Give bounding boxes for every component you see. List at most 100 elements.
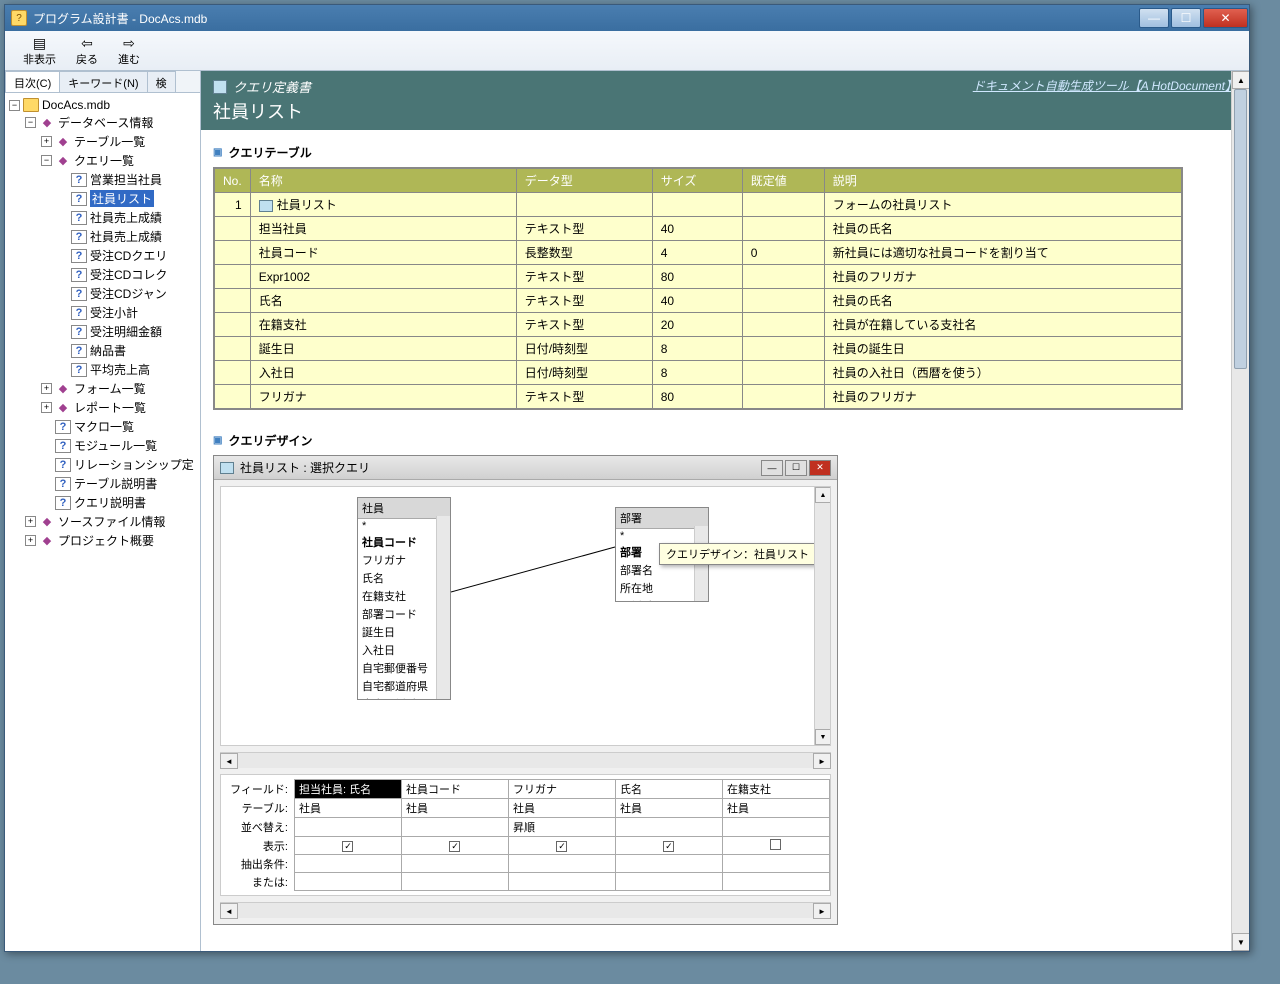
grid-cell[interactable] — [615, 818, 722, 837]
tree-node[interactable]: +◆フォーム一覧 — [5, 379, 200, 398]
tree-node[interactable]: ?受注小計 — [5, 303, 200, 322]
grid-label: 表示: — [225, 837, 294, 855]
section-title-query-table: クエリテーブル — [213, 144, 1237, 161]
back-button[interactable]: ⇦戻る — [66, 33, 108, 69]
hide-button[interactable]: ▤非表示 — [13, 33, 66, 69]
tree-label: データベース情報 — [58, 114, 153, 131]
tree-label: 受注明細金額 — [90, 323, 162, 340]
query-grid: フィールド:担当社員: 氏名社員コードフリガナ氏名在籍支社テーブル:社員社員社員… — [220, 774, 831, 896]
grid-cell[interactable]: 社員 — [615, 799, 722, 818]
tree-node[interactable]: ?納品書 — [5, 341, 200, 360]
grid-cell[interactable]: ✓ — [508, 837, 615, 855]
minimize-button[interactable]: — — [1139, 8, 1169, 28]
grid-cell[interactable] — [402, 818, 509, 837]
tree-node[interactable]: ?マクロ一覧 — [5, 417, 200, 436]
grid-label: 抽出条件: — [225, 855, 294, 873]
grid-hscroll[interactable] — [220, 902, 831, 918]
tree-node[interactable]: +◆プロジェクト概要 — [5, 531, 200, 550]
grid-cell[interactable] — [722, 873, 829, 891]
grid-cell[interactable] — [294, 818, 401, 837]
question-icon: ? — [71, 268, 87, 282]
tree-node[interactable]: +◆レポート一覧 — [5, 398, 200, 417]
content-vscroll[interactable] — [1231, 71, 1249, 951]
grid-cell[interactable] — [722, 837, 829, 855]
maximize-button[interactable]: ☐ — [1171, 8, 1201, 28]
grid-cell[interactable]: 昇順 — [508, 818, 615, 837]
app-window: ? プログラム設計書 - DocAcs.mdb — ☐ ✕ ▤非表示 ⇦戻る ⇨… — [4, 4, 1250, 952]
table-row: 1社員リストフォームの社員リスト — [214, 193, 1182, 217]
tab-keyword[interactable]: キーワード(N) — [59, 71, 147, 92]
window-title: プログラム設計書 - DocAcs.mdb — [33, 10, 1138, 27]
grid-cell[interactable] — [508, 873, 615, 891]
grid-row: テーブル:社員社員社員社員社員 — [225, 799, 830, 818]
tree-node[interactable]: ?社員売上成績 — [5, 227, 200, 246]
tree-node[interactable]: +◆ソースファイル情報 — [5, 512, 200, 531]
canvas-vscroll[interactable] — [814, 487, 830, 745]
grid-cell[interactable] — [294, 873, 401, 891]
grid-label: フィールド: — [225, 780, 294, 799]
tree-label: レポート一覧 — [74, 399, 146, 416]
grid-cell[interactable]: 氏名 — [615, 780, 722, 799]
grid-cell[interactable]: ✓ — [402, 837, 509, 855]
grid-cell[interactable]: 社員 — [508, 799, 615, 818]
tree-node[interactable]: ?平均売上高 — [5, 360, 200, 379]
tree-node[interactable]: ?クエリ説明書 — [5, 493, 200, 512]
tree-node[interactable]: ?受注CDクエリ — [5, 246, 200, 265]
tree-node[interactable]: ?社員リスト — [5, 189, 200, 208]
tab-index[interactable]: 検 — [147, 71, 176, 92]
tree-node[interactable]: −DocAcs.mdb — [5, 97, 200, 113]
grid-cell[interactable] — [615, 855, 722, 873]
query-table: No. 名称 データ型 サイズ 既定値 説明 1社員リストフォームの社員リスト担… — [213, 167, 1183, 410]
checkbox-icon — [770, 839, 781, 850]
design-canvas[interactable]: 社員 *社員コードフリガナ氏名在籍支社部署コード誕生日入社日自宅郵便番号自宅都道… — [220, 486, 831, 746]
grid-row: または: — [225, 873, 830, 891]
question-icon: ? — [71, 192, 87, 206]
tree-node[interactable]: ?テーブル説明書 — [5, 474, 200, 493]
tree-node[interactable]: ?受注明細金額 — [5, 322, 200, 341]
grid-cell[interactable] — [722, 855, 829, 873]
tree-node[interactable]: −◆クエリ一覧 — [5, 151, 200, 170]
er-box-employee[interactable]: 社員 *社員コードフリガナ氏名在籍支社部署コード誕生日入社日自宅郵便番号自宅都道… — [357, 497, 451, 700]
tree-node[interactable]: −◆データベース情報 — [5, 113, 200, 132]
grid-cell[interactable] — [508, 855, 615, 873]
tree-node[interactable]: ?モジュール一覧 — [5, 436, 200, 455]
grid-cell[interactable] — [402, 873, 509, 891]
grid-cell[interactable]: ✓ — [294, 837, 401, 855]
tool-link[interactable]: ドキュメント自動生成ツール【A HotDocument】 — [973, 77, 1237, 94]
forward-button[interactable]: ⇨進む — [108, 33, 150, 69]
close-button[interactable]: ✕ — [1203, 8, 1248, 28]
grid-cell[interactable] — [294, 855, 401, 873]
grid-cell[interactable]: 社員 — [294, 799, 401, 818]
grid-cell[interactable] — [722, 818, 829, 837]
tree-node[interactable]: ?受注CDコレク — [5, 265, 200, 284]
canvas-hscroll[interactable] — [220, 752, 831, 768]
tree-node[interactable]: ?営業担当社員 — [5, 170, 200, 189]
grid-cell[interactable] — [402, 855, 509, 873]
dw-close-button[interactable]: ✕ — [809, 460, 831, 476]
question-icon: ? — [71, 173, 87, 187]
tree-node[interactable]: ?リレーションシップ定 — [5, 455, 200, 474]
dw-maximize-button[interactable]: ☐ — [785, 460, 807, 476]
grid-cell[interactable]: フリガナ — [508, 780, 615, 799]
tree-label: モジュール一覧 — [74, 437, 157, 454]
tree-node[interactable]: +◆テーブル一覧 — [5, 132, 200, 151]
tree-node[interactable]: ?受注CDジャン — [5, 284, 200, 303]
grid-cell[interactable]: 社員コード — [402, 780, 509, 799]
tab-contents[interactable]: 目次(C) — [5, 71, 60, 92]
dw-minimize-button[interactable]: — — [761, 460, 783, 476]
tree-view[interactable]: −DocAcs.mdb−◆データベース情報+◆テーブル一覧−◆クエリ一覧?営業担… — [5, 93, 200, 951]
grid-cell[interactable]: ✓ — [615, 837, 722, 855]
tree-node[interactable]: ?社員売上成績 — [5, 208, 200, 227]
book-icon: ◆ — [39, 534, 55, 548]
grid-cell[interactable]: 社員 — [402, 799, 509, 818]
design-window: 社員リスト : 選択クエリ — ☐ ✕ 社員 *社員コードフリガナ氏名在籍支社部… — [213, 455, 838, 925]
er-scrollbar[interactable] — [436, 516, 450, 699]
grid-cell[interactable]: 社員 — [722, 799, 829, 818]
table-row: 氏名テキスト型40社員の氏名 — [214, 289, 1182, 313]
section-title-query-design: クエリデザイン — [213, 432, 1237, 449]
grid-cell[interactable]: 在籍支社 — [722, 780, 829, 799]
grid-cell[interactable]: 担当社員: 氏名 — [294, 780, 401, 799]
grid-cell[interactable] — [615, 873, 722, 891]
left-pane: 目次(C) キーワード(N) 検 −DocAcs.mdb−◆データベース情報+◆… — [5, 71, 201, 951]
question-icon: ? — [71, 306, 87, 320]
